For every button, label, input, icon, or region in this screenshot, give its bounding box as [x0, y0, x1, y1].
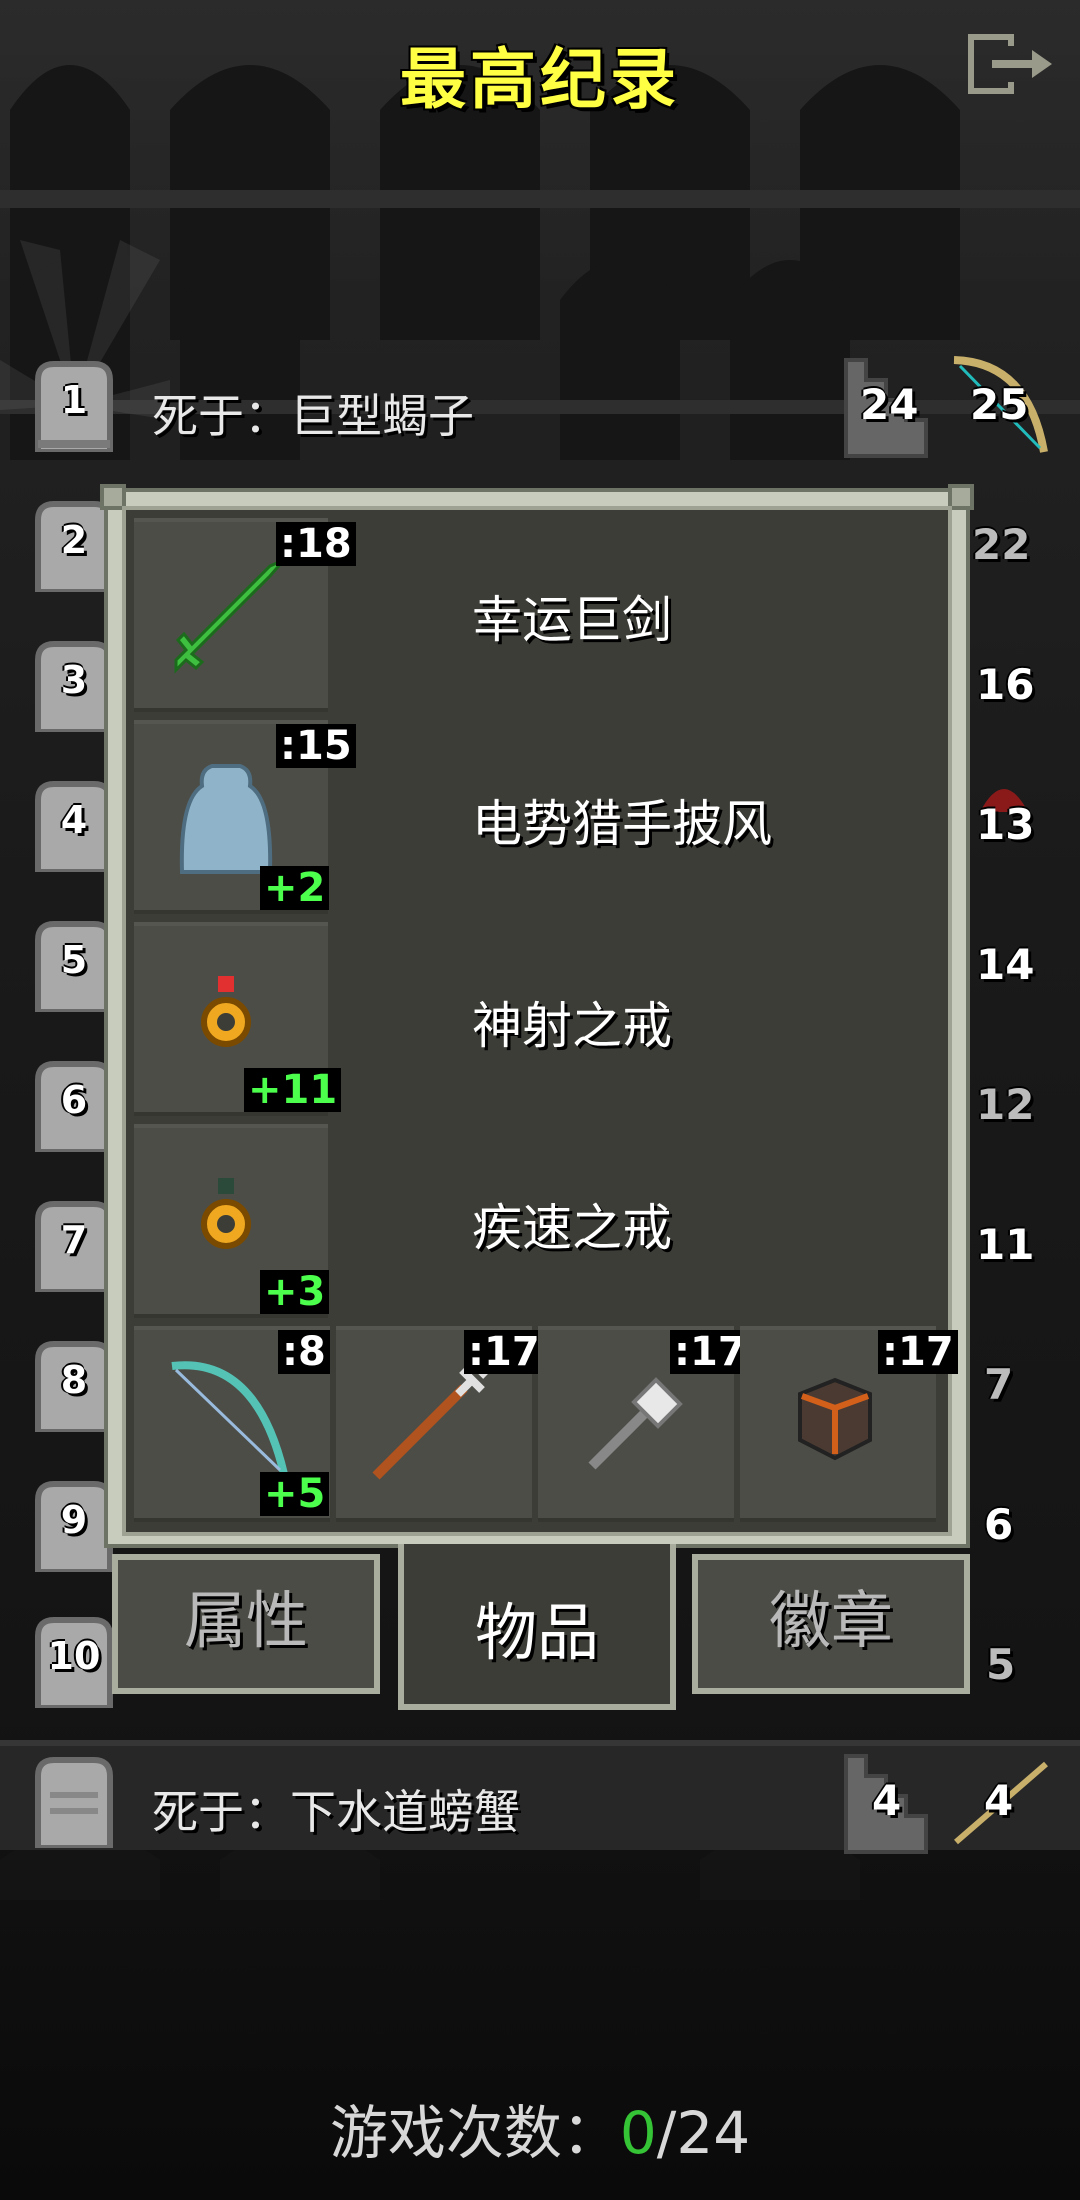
upgrade-badge: +3: [260, 1270, 330, 1314]
tier-badge: :17: [464, 1330, 544, 1374]
green-sword-icon: [174, 558, 286, 674]
rank-number: 10: [47, 1634, 101, 1678]
hero-level: 14: [976, 940, 1035, 989]
depth-value: 24: [860, 380, 919, 429]
hero-level: 12: [976, 1080, 1035, 1129]
tier-badge: :17: [670, 1330, 750, 1374]
hero-level: 16: [976, 660, 1035, 709]
hero-level: 25: [970, 380, 1029, 429]
ring-red-gem-icon: [201, 976, 251, 1047]
items-list: :18 幸运巨剑 :15 +2 电势猎手披风 +11 神射之戒 +3 疾速之戒 …: [122, 506, 958, 1536]
trident-icon: [372, 1363, 489, 1480]
item-name: 神射之戒: [472, 997, 672, 1055]
upgrade-badge: +11: [244, 1068, 342, 1112]
tier-badge: :18: [276, 522, 356, 566]
tab-label: 物品: [474, 1596, 599, 1669]
gravestone-icon: 10: [30, 1612, 118, 1711]
tier-badge: :15: [276, 724, 356, 768]
death-cause: 死于：巨型蝎子: [152, 389, 474, 443]
tab-stats[interactable]: 属性: [112, 1554, 380, 1694]
games-current: 0: [619, 2099, 657, 2167]
bolas-icon: [798, 1377, 872, 1461]
hero-level: 4: [984, 1776, 1014, 1825]
upgrade-badge: +5: [260, 1472, 330, 1516]
hero-level: 11: [976, 1220, 1035, 1269]
gravestone-icon: 1: [30, 356, 118, 455]
games-total: /24: [656, 2099, 751, 2167]
hero-level: 13: [976, 800, 1035, 849]
gravestone-icon: [30, 1752, 118, 1851]
tab-label: 徽章: [768, 1584, 893, 1657]
depth-value: 4: [872, 1776, 902, 1825]
death-cause: 死于：下水道螃蟹: [152, 1785, 520, 1839]
item-name: 电势猎手披风: [472, 795, 772, 853]
hero-level: 6: [984, 1500, 1014, 1549]
upgrade-badge: +2: [260, 866, 330, 910]
bow-icon: [171, 1361, 288, 1475]
tab-badges[interactable]: 徽章: [692, 1554, 970, 1694]
cloak-icon: [179, 764, 273, 874]
tab-label: 属性: [183, 1584, 308, 1657]
ring-dark-gem-icon: [201, 1178, 251, 1249]
tier-badge: :8: [278, 1330, 330, 1374]
exit-icon[interactable]: [962, 28, 1056, 100]
hero-level: 22: [972, 520, 1031, 569]
item-name: 疾速之戒: [472, 1199, 672, 1257]
throwing-hammer-icon: [588, 1377, 683, 1470]
tier-badge: :17: [878, 1330, 958, 1374]
page-title: 最高纪录: [400, 41, 680, 118]
hero-items-window: :18 幸运巨剑 :15 +2 电势猎手披风 +11 神射之戒 +3 疾速之戒 …: [100, 484, 974, 1548]
hero-level: 5: [986, 1640, 1016, 1689]
item-name: 幸运巨剑: [472, 591, 672, 649]
hero-level: 7: [984, 1360, 1014, 1409]
games-played-label: 游戏次数：: [329, 2099, 620, 2167]
tab-items[interactable]: 物品: [398, 1544, 676, 1710]
games-played-counter: 游戏次数：0/24: [0, 2086, 1080, 2170]
rank-number: 1: [60, 378, 88, 422]
